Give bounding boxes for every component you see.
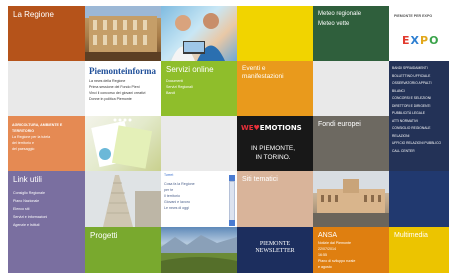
expo-header: PIEMONTE PER EXPO — [394, 14, 433, 18]
emotions-line: IN TORINO. — [255, 154, 291, 161]
tile-expo[interactable]: PIEMONTE PER EXPO EXPO — [389, 6, 449, 61]
tile-title: Fondi europei — [318, 121, 361, 128]
link-utili-item[interactable]: Consiglio Regionale — [13, 189, 47, 197]
tile-la-regione[interactable]: La Regione — [8, 6, 85, 61]
feed-header: Tweet — [164, 173, 174, 177]
quick-link[interactable]: ATTI NORMATIVI — [392, 118, 448, 126]
link-utili-item[interactable]: Piano Nazionale — [13, 197, 47, 205]
scroll-down-arrow[interactable] — [229, 220, 235, 226]
expo-logo: EXPO — [402, 34, 440, 47]
tile-agricoltura[interactable]: AGRICOLTURA, AMBIENTE E TERRITORIO La Re… — [8, 116, 85, 171]
feed-scrollbar[interactable] — [229, 181, 235, 221]
palace-reggia-image — [313, 171, 389, 227]
empty-tile — [161, 116, 237, 171]
quick-link[interactable]: DIRETTORI E DIRIGENTI — [392, 103, 448, 111]
servizi-link[interactable]: Bandi — [166, 90, 193, 96]
landscape-photo-tile[interactable] — [161, 227, 237, 273]
tower-image — [85, 171, 161, 227]
blue-tile[interactable] — [389, 171, 449, 227]
quick-link[interactable]: RELAZIONI — [392, 133, 448, 141]
newsletter-line: NEWSLETTER — [255, 248, 295, 254]
link-utili-item[interactable]: Servizi e informazioni — [13, 213, 47, 221]
meteo-vette-link[interactable]: Meteo vette — [318, 20, 349, 29]
tile-grid: La Regione Meteo regionale Meteo vette P… — [8, 6, 449, 273]
meteo-regionale-link[interactable]: Meteo regionale — [318, 10, 361, 19]
tile-progetti[interactable]: Progetti — [85, 227, 161, 273]
tile-link-utili[interactable]: Link utili Consiglio Regionale Piano Naz… — [8, 171, 85, 273]
palace-image — [85, 6, 161, 61]
tile-meteo[interactable]: Meteo regionale Meteo vette — [313, 6, 389, 61]
tile-ansa[interactable]: ANSA Notizie dal Piemonte 22/07/2014 16:… — [313, 227, 389, 273]
palace-photo-tile[interactable] — [313, 171, 389, 227]
tile-title: Eventi e manifestazioni — [242, 65, 284, 80]
tile-newsletter[interactable]: PIEMONTE NEWSLETTER — [237, 227, 313, 273]
quick-link[interactable]: BILANCI — [392, 88, 448, 96]
tile-eventi[interactable]: Eventi e manifestazioni — [237, 61, 313, 116]
quick-link[interactable]: CONSIGLIO REGIONALE — [392, 125, 448, 133]
quick-link[interactable]: BANDI SPRAIDAMENTI — [392, 65, 448, 73]
palazzo-photo-tile[interactable] — [85, 6, 161, 61]
quick-link[interactable]: OSSERVATORIO APPALTI — [392, 80, 448, 88]
quick-link[interactable]: CONCORSI E SELEZIONI — [392, 95, 448, 103]
link-utili-item[interactable]: Elenco siti — [13, 205, 47, 213]
tile-title: Link utili — [13, 175, 42, 184]
tile-title: Multimedia — [394, 232, 428, 239]
tile-title: Siti tematici — [242, 176, 278, 183]
link-utili-item[interactable]: Agenzie e Istituti — [13, 221, 47, 229]
tile-siti-tematici[interactable]: Siti tematici — [237, 171, 313, 227]
yellow-tile[interactable] — [237, 6, 313, 61]
documents-photo-tile[interactable] — [85, 116, 161, 171]
landscape-image — [161, 235, 237, 273]
quick-link[interactable]: UFFICIO RELAZIONI PUBBLICO — [392, 140, 448, 148]
feed-line: Le news di oggi — [164, 206, 189, 210]
newsletter-line: PIEMONTE — [259, 241, 291, 247]
tile-fondi-europei[interactable]: Fondi europei — [313, 116, 389, 171]
informa-line[interactable]: Donne in politica Piemonte — [89, 96, 159, 102]
tile-title: Servizi online — [166, 65, 214, 74]
documents-image — [91, 118, 153, 169]
quick-link[interactable]: PUBBLICITÀ LEGALE — [392, 110, 448, 118]
quick-link[interactable]: BOLLETTINO UFFICIALE — [392, 73, 448, 81]
students-photo-tile[interactable] — [161, 6, 237, 61]
tile-quick-links: BANDI SPRAIDAMENTI BOLLETTINO UFFICIALE … — [389, 61, 449, 171]
empty-tile — [313, 61, 389, 116]
ansa-line: e agosto — [318, 265, 332, 269]
tile-multimedia[interactable]: Multimedia — [389, 227, 449, 273]
peach-title: AGRICOLTURA, AMBIENTE E TERRITORIO — [12, 123, 63, 133]
informa-title: Piemonteinforma — [89, 66, 156, 76]
empty-tile — [8, 61, 85, 116]
emotions-line: IN PIEMONTE, — [251, 145, 296, 152]
emotions-heading: WE♥EMOTIONS — [241, 124, 302, 132]
peach-line: del paesaggio — [12, 147, 35, 151]
tower-photo-tile[interactable] — [85, 171, 161, 227]
tile-title: Progetti — [90, 231, 118, 240]
tile-we-emotions[interactable]: WE♥EMOTIONS IN PIEMONTE, IN TORINO. — [237, 116, 313, 171]
students-image — [171, 13, 225, 61]
quick-link[interactable]: CALL CENTER — [392, 148, 448, 156]
tile-twitter-feed[interactable]: Tweet Cosa fa la Regione per te Il terri… — [161, 171, 237, 227]
tile-servizi-online[interactable]: Servizi online Documenti Servizi Regiona… — [161, 61, 237, 116]
tile-title: La Regione — [13, 10, 54, 19]
tile-title: ANSA — [318, 232, 338, 239]
tile-piemonteinforma[interactable]: Piemonteinforma La news della Regione Pr… — [85, 61, 161, 116]
